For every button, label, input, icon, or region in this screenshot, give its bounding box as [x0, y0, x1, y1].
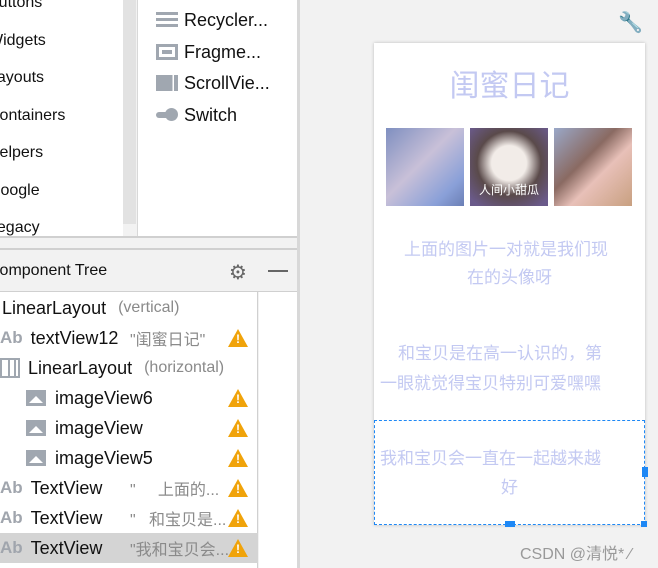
horizontal-layout-icon — [0, 358, 20, 378]
tree-row-detail: "闺蜜日记" — [130, 332, 206, 349]
tree-row-name: TextView — [30, 537, 103, 558]
category-helpers[interactable]: Helpers — [0, 144, 43, 162]
tree-row-name: TextView — [30, 507, 103, 528]
resize-handle-bottom[interactable] — [505, 521, 515, 527]
component-label: ScrollVie... — [184, 72, 270, 93]
tree-row[interactable]: imageView — [0, 413, 258, 443]
category-widgets[interactable]: Widgets — [0, 32, 46, 50]
watermark: CSDN @清悦* ⁄ — [520, 546, 632, 563]
tree-row-name: textView12 — [30, 327, 119, 348]
image-icon — [26, 420, 46, 436]
tree-row[interactable]: LinearLayout (horizontal) — [0, 353, 258, 383]
tree-row[interactable]: Ab TextView " 上面的... — [0, 473, 258, 503]
selection-box[interactable] — [374, 420, 648, 527]
warning-icon[interactable] — [228, 539, 248, 557]
switch-icon — [156, 107, 178, 123]
tree-gutter — [259, 292, 297, 568]
warning-icon[interactable] — [228, 479, 248, 497]
category-buttons[interactable]: Buttons — [0, 0, 42, 12]
component-switch[interactable]: Switch — [156, 103, 237, 127]
component-scrollview[interactable]: ScrollVie... — [156, 71, 270, 95]
image-caption: 人间小甜瓜 — [478, 183, 539, 197]
text-icon: Ab — [0, 538, 23, 557]
panel-splitter[interactable] — [0, 236, 297, 250]
gear-icon[interactable]: ⚙ — [229, 260, 247, 285]
textview-2-line-2[interactable]: 一眼就觉得宝贝特别可爱嘿嘿 — [380, 369, 645, 399]
text-icon: Ab — [0, 328, 23, 347]
tree-row-name: imageView — [55, 417, 143, 438]
tree-row[interactable]: imageView6 — [0, 383, 258, 413]
component-tree-header: Component Tree ⚙ — [0, 250, 297, 292]
tree-row[interactable]: LinearLayout (vertical) — [0, 293, 258, 323]
palette-categories: Buttons Widgets Layouts Containers Helpe… — [0, 0, 123, 238]
tree-row-name: LinearLayout — [2, 297, 107, 318]
palette-components: Recycler... Fragme... ScrollVie... Switc… — [137, 0, 297, 236]
scrollview-icon — [156, 75, 178, 91]
minimize-icon[interactable] — [268, 270, 288, 272]
tree-row[interactable]: Ab textView12 "闺蜜日记" — [0, 323, 258, 353]
component-label: Recycler... — [184, 9, 269, 30]
fragment-icon — [156, 44, 178, 60]
list-icon — [156, 12, 178, 28]
category-legacy[interactable]: Legacy — [0, 219, 40, 237]
image-girl-2[interactable] — [554, 128, 632, 206]
textview-1-line-2[interactable]: 在的头像呀 — [374, 263, 645, 293]
warning-icon[interactable] — [228, 389, 248, 407]
tree-row[interactable]: imageView5 — [0, 443, 258, 473]
wrench-icon[interactable]: 🔧 — [618, 10, 643, 35]
tree-row-name: imageView6 — [55, 387, 153, 408]
component-tree: LinearLayout (vertical) Ab textView12 "闺蜜日记"… — [0, 292, 258, 568]
resize-handle-corner[interactable] — [641, 521, 647, 527]
tree-row-name: imageView5 — [55, 447, 153, 468]
image-girl-1[interactable] — [386, 128, 464, 206]
tree-row[interactable]: Ab TextView "我和宝贝会... — [0, 533, 258, 563]
category-containers[interactable]: Containers — [0, 107, 65, 125]
textview-2-line-1[interactable]: 和宝贝是在高一认识的，第 — [398, 339, 648, 369]
category-google[interactable]: Google — [0, 182, 40, 200]
component-recyclerview[interactable]: Recycler... — [156, 8, 268, 32]
preview-title[interactable]: 闺蜜日记 — [374, 69, 645, 105]
text-icon: Ab — [0, 508, 23, 527]
text-icon: Ab — [0, 478, 23, 497]
tree-row-detail: (horizontal) — [144, 359, 225, 376]
tree-row[interactable]: Ab TextView " 和宝贝是... — [0, 503, 258, 533]
panel-divider[interactable] — [297, 0, 300, 568]
image-dog[interactable]: 人间小甜瓜 — [470, 128, 548, 206]
image-icon — [26, 450, 46, 466]
tree-row-name: LinearLayout — [28, 357, 133, 378]
warning-icon[interactable] — [228, 329, 248, 347]
textview-1-line-1[interactable]: 上面的图片一对就是我们现 — [404, 235, 649, 265]
category-layouts[interactable]: Layouts — [0, 69, 44, 87]
image-icon — [26, 390, 46, 406]
tree-row-name: TextView — [30, 477, 103, 498]
warning-icon[interactable] — [228, 419, 248, 437]
component-label: Fragme... — [184, 41, 262, 62]
component-fragment[interactable]: Fragme... — [156, 40, 261, 64]
component-tree-title: Component Tree — [0, 262, 108, 279]
tree-row-detail: (vertical) — [118, 299, 180, 316]
tree-row-detail: " 上面的... — [130, 482, 220, 499]
categories-scrollbar[interactable] — [123, 0, 136, 224]
tree-row-detail: "我和宝贝会... — [130, 542, 230, 559]
component-label: Switch — [184, 104, 238, 125]
warning-icon[interactable] — [228, 509, 248, 527]
tree-row-detail: " 和宝贝是... — [130, 512, 227, 529]
warning-icon[interactable] — [228, 449, 248, 467]
resize-handle-right[interactable] — [642, 467, 648, 477]
